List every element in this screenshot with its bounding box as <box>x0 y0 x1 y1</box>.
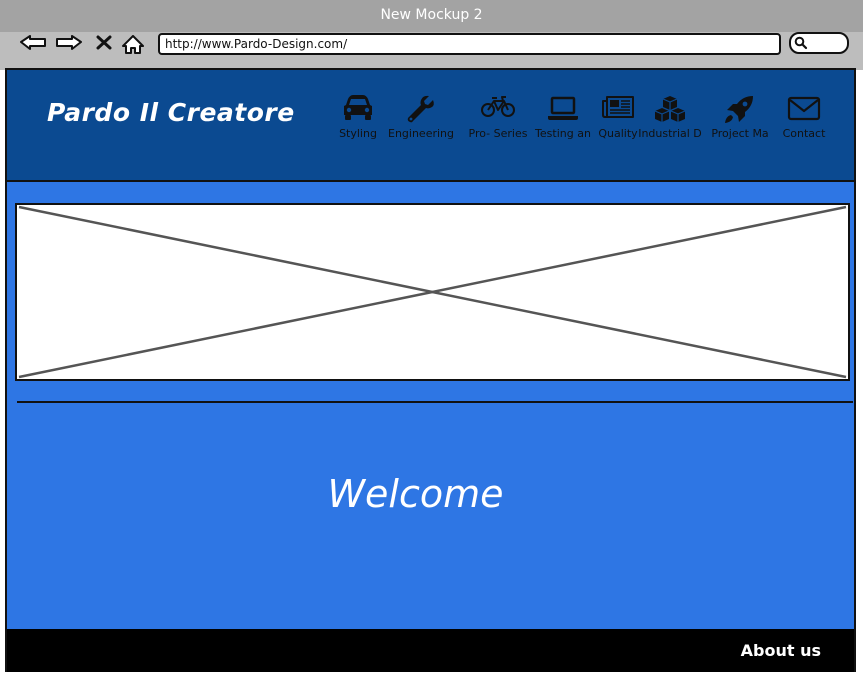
nav-label: Project Ma <box>711 127 769 140</box>
page-frame: Pardo Il Creatore Styling Engineering Pr… <box>5 68 856 672</box>
welcome-text: Welcome <box>327 472 504 516</box>
window-titlebar: New Mockup 2 <box>0 0 863 32</box>
nav-item-engineering[interactable]: Engineering <box>384 95 458 155</box>
welcome-heading: Welcome <box>7 472 854 516</box>
search-icon <box>794 36 808 50</box>
nav-label: Pro- Series <box>468 127 528 140</box>
site-header: Pardo Il Creatore Styling Engineering Pr… <box>7 70 854 182</box>
nav-label: Contact <box>782 127 826 140</box>
nav-item-pro-series[interactable]: Pro- Series <box>461 95 535 155</box>
window-title: New Mockup 2 <box>380 7 483 23</box>
address-bar[interactable]: http://www.Pardo-Design.com/ <box>158 33 781 55</box>
cubes-icon <box>654 96 686 122</box>
image-placeholder-cross <box>18 205 847 379</box>
nav-item-contact[interactable]: Contact <box>767 95 841 155</box>
nav-item-project-management[interactable]: Project Ma <box>703 95 777 155</box>
site-brand[interactable]: Pardo Il Creatore <box>47 98 295 127</box>
car-icon <box>344 95 372 120</box>
envelope-icon <box>787 96 821 121</box>
browser-toolbar: http://www.Pardo-Design.com/ <box>0 32 863 70</box>
hero-image-placeholder <box>15 203 850 381</box>
site-footer: About us <box>7 629 854 672</box>
laptop-icon <box>548 96 578 120</box>
nav-item-industrial-design[interactable]: Industrial D <box>633 95 707 155</box>
nav-label: Industrial D <box>638 127 702 140</box>
bicycle-icon <box>481 96 515 117</box>
rocket-icon <box>725 96 753 123</box>
nav-label: Engineering <box>388 127 454 140</box>
browser-search-field[interactable] <box>789 32 849 54</box>
section-divider <box>17 401 853 403</box>
about-us-link[interactable]: About us <box>741 641 821 660</box>
back-arrow-icon[interactable] <box>18 35 48 65</box>
newspaper-icon <box>602 96 634 118</box>
home-icon[interactable] <box>120 35 150 65</box>
forward-arrow-icon[interactable] <box>54 35 84 65</box>
wrench-icon <box>407 95 434 123</box>
